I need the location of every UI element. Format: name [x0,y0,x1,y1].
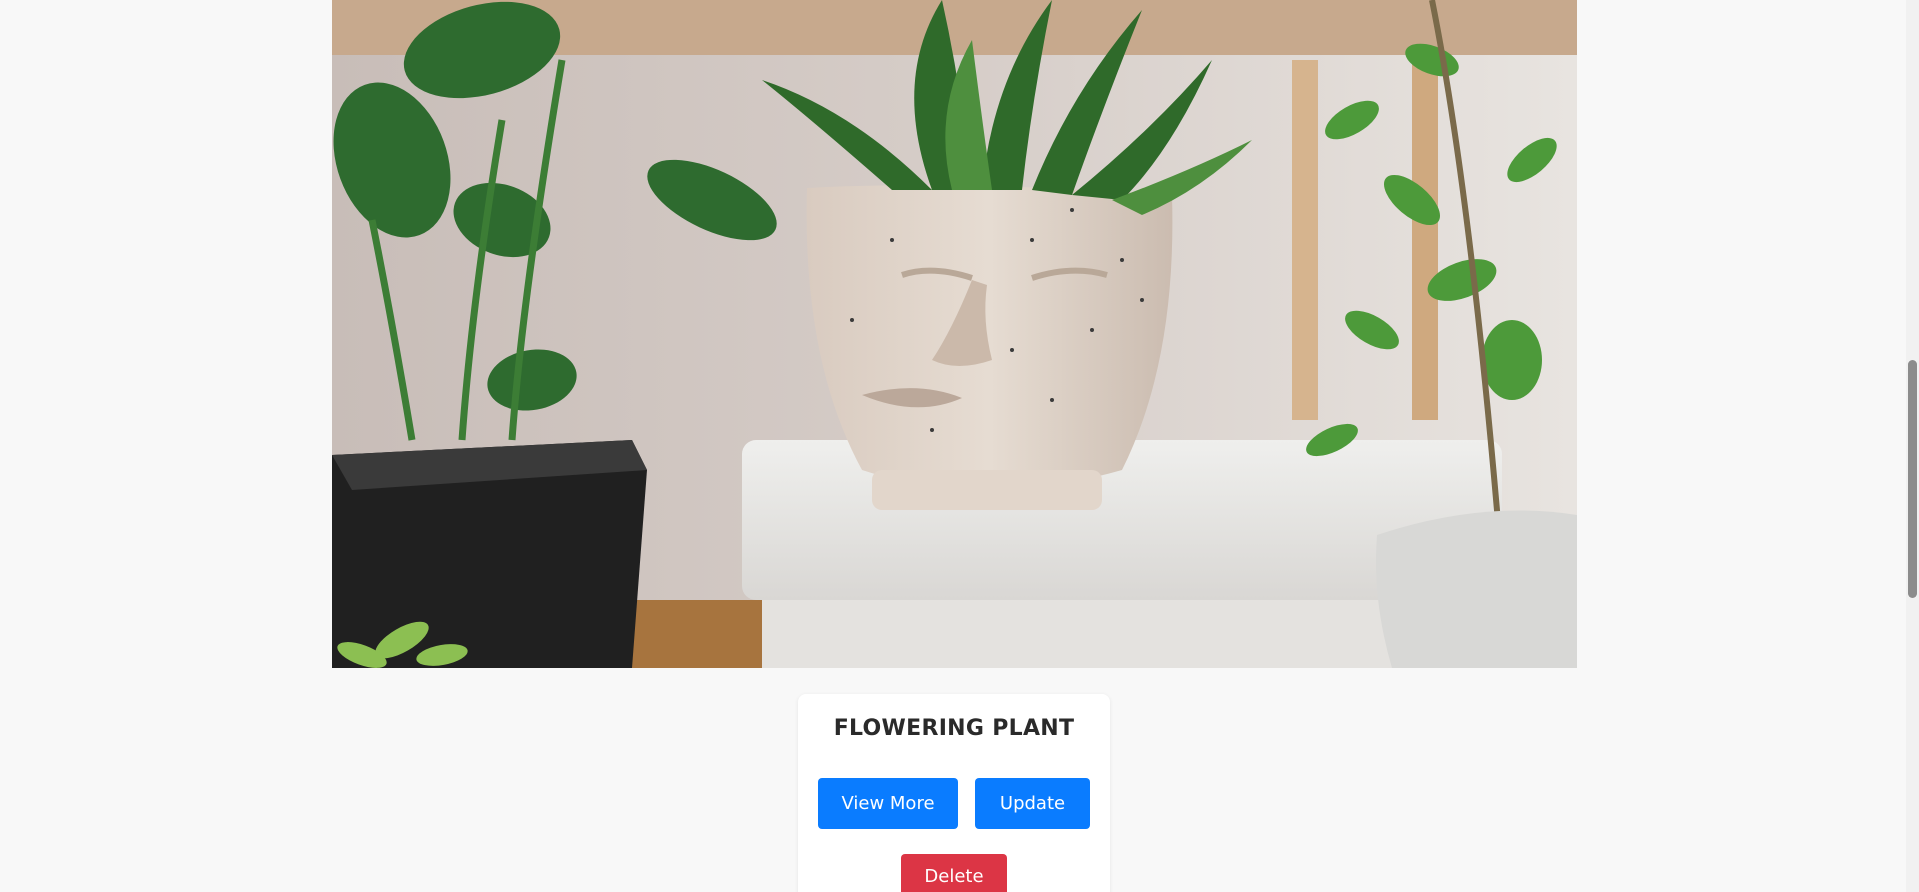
view-more-button[interactable]: View More [818,778,958,829]
product-title: FLOWERING PLANT [833,716,1075,741]
vertical-scrollbar[interactable] [1906,0,1919,892]
plant-photo [332,0,1577,668]
product-image [332,0,1577,668]
delete-button[interactable]: Delete [901,854,1007,892]
update-button[interactable]: Update [975,778,1090,829]
page: FLOWERING PLANT View More Update Delete [0,0,1919,892]
product-card: FLOWERING PLANT View More Update Delete [798,694,1110,892]
scrollbar-thumb[interactable] [1908,360,1917,598]
